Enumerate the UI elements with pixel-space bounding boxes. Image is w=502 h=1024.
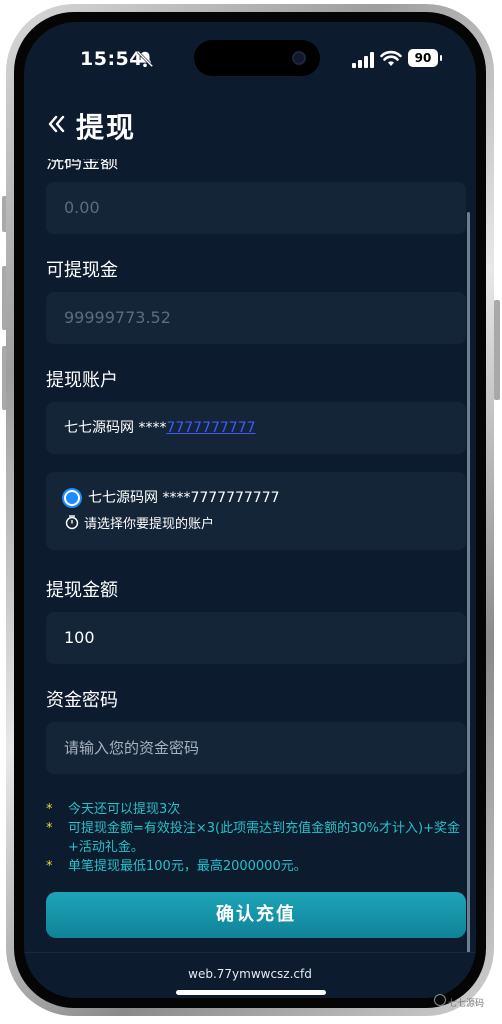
account-number-link[interactable]: 7777777777 [166, 420, 255, 436]
password-input[interactable]: 请输入您的资金密码 [46, 722, 466, 774]
note-text: 单笔提现最低100元，最高2000000元。 [68, 859, 307, 874]
account-select-hint: 请选择你要提现的账户 [84, 517, 215, 532]
notes-list: * 今天还可以提现3次 * 可提现金额=有效投注×3(此项需达到充值金额的30%才计… [46, 800, 466, 876]
amount-label: 提现金额 [46, 580, 118, 601]
page-title: 提现 [76, 111, 137, 144]
withdrawable-label: 可提现金 [46, 260, 118, 281]
account-radio[interactable] [64, 490, 80, 506]
url-text: web.77ymwwcsz.cfd [188, 967, 312, 981]
note-item: * 可提现金额=有效投注×3(此项需达到充值金额的30%才计入)+奖金+活动礼金。 [46, 819, 466, 857]
account-label: 提现账户 [46, 370, 118, 391]
scrollbar[interactable] [467, 212, 470, 972]
watermark-logo-icon [434, 994, 446, 1006]
amount-input[interactable]: 100 [46, 612, 466, 664]
password-label: 资金密码 [46, 690, 118, 711]
note-item: * 单笔提现最低100元，最高2000000元。 [46, 857, 466, 876]
home-indicator[interactable] [176, 990, 326, 995]
account-field[interactable]: 七七源码网 ****7777777777 [46, 402, 466, 454]
power-button[interactable] [494, 300, 500, 400]
note-bullet: * [46, 859, 53, 874]
note-text: 可提现金额=有效投注×3(此项需达到充值金额的30%才计入)+奖金+活动礼金。 [68, 821, 460, 855]
front-camera [292, 51, 306, 65]
note-bullet: * [46, 802, 53, 817]
confirm-button[interactable]: 确认充值 [46, 892, 466, 938]
bell-muted-icon [136, 50, 154, 68]
wash-amount-label: 洗码金额 [46, 152, 118, 173]
withdrawable-field: 99999773.52 [46, 292, 466, 344]
battery-indicator: 90 [408, 49, 442, 67]
account-option-label[interactable]: 七七源码网 ****7777777777 [88, 487, 280, 507]
wifi-icon [380, 50, 402, 66]
status-time: 15:54 [80, 48, 143, 70]
hint-bulb-icon [65, 515, 79, 530]
account-select-box: 七七源码网 ****7777777777 请选择你要提现的账户 [46, 472, 466, 550]
watermark: 七七源码 [448, 999, 485, 1009]
account-name: 七七源码网 **** [64, 420, 167, 436]
note-item: * 今天还可以提现3次 [46, 800, 466, 819]
wash-amount-field: 0.00 [46, 182, 466, 234]
phone-screen: 15:54 90 提现 洗码金额 0.00 可提现金 99999773.52 提… [24, 22, 476, 998]
back-chevron-icon[interactable] [46, 112, 68, 136]
status-bar: 15:54 90 [24, 22, 476, 92]
note-text: 今天还可以提现3次 [68, 802, 181, 817]
withdraw-form: 洗码金额 0.00 可提现金 99999773.52 提现账户 七七源码网 **… [24, 152, 476, 952]
cellular-signal-icon [352, 52, 374, 68]
dynamic-island [194, 40, 320, 76]
note-bullet: * [46, 821, 53, 836]
